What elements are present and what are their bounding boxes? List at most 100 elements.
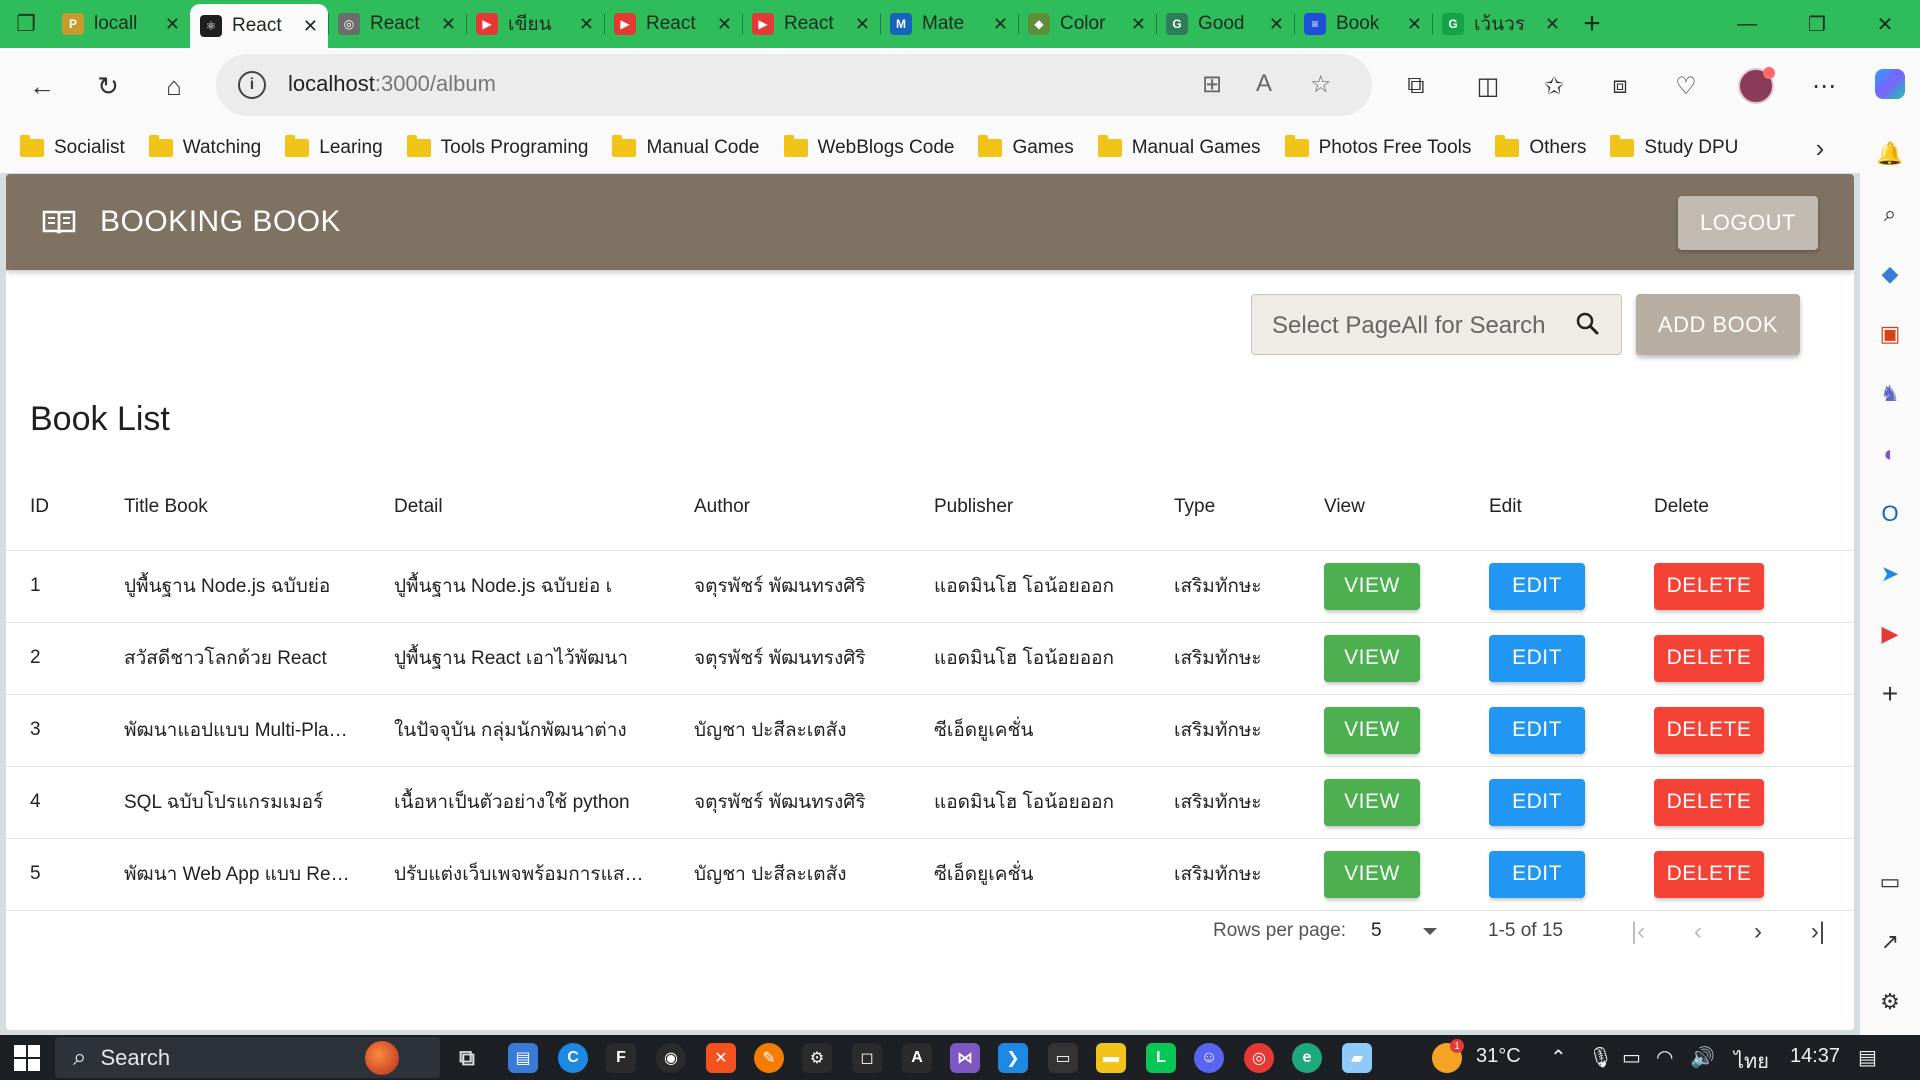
collections-icon[interactable]: ⧈ <box>1600 66 1640 106</box>
browser-tab[interactable]: ⚛ React ✕ <box>190 4 328 48</box>
new-tab-button[interactable]: + <box>1570 0 1614 48</box>
wifi-icon[interactable]: ◠ <box>1656 1045 1673 1070</box>
minimize-icon[interactable]: — <box>1712 0 1782 48</box>
col-header-detail[interactable]: Detail <box>394 464 694 551</box>
bookmark-folder[interactable]: Manual Code <box>612 135 760 159</box>
favorite-star-icon[interactable]: ☆ <box>1310 70 1332 99</box>
taskbar-app-1[interactable]: ▤ <box>508 1043 538 1073</box>
open-external-icon[interactable]: ↗ <box>1870 922 1910 962</box>
next-page-icon[interactable]: › <box>1740 914 1776 950</box>
close-window-icon[interactable]: ✕ <box>1850 0 1920 48</box>
edge-icon[interactable]: e <box>1292 1043 1322 1073</box>
last-page-icon[interactable]: ›| <box>1800 914 1836 950</box>
tab-close-icon[interactable]: ✕ <box>441 14 456 35</box>
col-header-title[interactable]: Title Book <box>124 464 394 551</box>
copilot-icon[interactable] <box>1870 64 1910 104</box>
tools-briefcase-icon[interactable]: ▣ <box>1870 314 1910 354</box>
chrome-icon[interactable]: ◎ <box>1244 1043 1274 1073</box>
visual-studio-icon[interactable]: ⋈ <box>950 1043 980 1073</box>
temperature-text[interactable]: 31°C <box>1476 1045 1521 1068</box>
rows-per-page-select[interactable]: 5 <box>1371 920 1382 942</box>
col-header-type[interactable]: Type <box>1174 464 1324 551</box>
browser-tab[interactable]: ▶ React ✕ <box>742 0 880 48</box>
bookmark-folder[interactable]: Tools Programing <box>406 135 588 159</box>
figma-icon[interactable]: F <box>606 1043 636 1073</box>
tab-close-icon[interactable]: ✕ <box>855 14 870 35</box>
input-language[interactable]: ไทย <box>1734 1045 1769 1077</box>
battery-icon[interactable]: ▭ <box>1622 1045 1641 1070</box>
send-icon[interactable]: ➤ <box>1870 554 1910 594</box>
search-highlight-icon[interactable] <box>365 1041 399 1075</box>
tab-close-icon[interactable]: ✕ <box>303 16 318 37</box>
delete-button[interactable]: DELETE <box>1654 850 1764 898</box>
shopping-tag-icon[interactable]: ◆ <box>1870 254 1910 294</box>
tab-close-icon[interactable]: ✕ <box>1407 14 1422 35</box>
edge-drop-icon[interactable]: ◐ <box>1870 434 1910 474</box>
taskbar-app-8[interactable]: ◻ <box>852 1043 882 1073</box>
browser-tab[interactable]: M Mate ✕ <box>880 0 1018 48</box>
bookmark-folder[interactable]: Others <box>1495 135 1586 159</box>
view-button[interactable]: VIEW <box>1324 634 1420 682</box>
edit-button[interactable]: EDIT <box>1489 562 1585 610</box>
app-available-icon[interactable]: ⊞ <box>1202 70 1222 99</box>
edit-button[interactable]: EDIT <box>1489 850 1585 898</box>
refresh-icon[interactable]: ↻ <box>88 66 128 106</box>
view-button[interactable]: VIEW <box>1324 850 1420 898</box>
search-field[interactable]: Select PageAll for Search <box>1251 294 1622 355</box>
restore-icon[interactable]: ❐ <box>1782 0 1852 48</box>
bookmark-folder[interactable]: Manual Games <box>1097 135 1261 159</box>
back-icon[interactable]: ← <box>22 66 62 106</box>
volume-icon[interactable]: 🔊 <box>1690 1045 1715 1070</box>
bookmark-folder[interactable]: Study DPU <box>1610 135 1738 159</box>
microphone-icon[interactable]: 🎙 <box>1588 1045 1613 1070</box>
view-button[interactable]: VIEW <box>1324 778 1420 826</box>
address-bar[interactable]: i localhost:3000/album ⊞ A ☆ <box>216 54 1372 116</box>
notification-center-icon[interactable]: ▤ <box>1858 1045 1877 1070</box>
workspaces-icon[interactable]: ❐ <box>0 0 52 48</box>
taskbar-app-6[interactable]: ✎ <box>754 1043 784 1073</box>
taskbar-app-7[interactable]: ⚙ <box>802 1043 832 1073</box>
col-header-publisher[interactable]: Publisher <box>934 464 1174 551</box>
hide-sidebar-icon[interactable]: ▭ <box>1870 862 1910 902</box>
view-button[interactable]: VIEW <box>1324 562 1420 610</box>
delete-button[interactable]: DELETE <box>1654 562 1764 610</box>
taskbar-search-box[interactable]: ⌕ Search <box>55 1037 440 1078</box>
line-icon[interactable]: L <box>1146 1043 1176 1073</box>
profile-avatar[interactable] <box>1738 67 1775 104</box>
bookmark-folder[interactable]: Socialist <box>20 135 125 159</box>
extensions-icon[interactable]: ⧉ <box>1396 66 1436 106</box>
logout-button[interactable]: LOGOUT <box>1678 196 1818 250</box>
home-icon[interactable]: ⌂ <box>154 66 194 106</box>
show-hidden-icons-icon[interactable]: ⌃ <box>1550 1045 1567 1070</box>
tab-close-icon[interactable]: ✕ <box>165 14 180 35</box>
browser-tab[interactable]: Plocall ✕ <box>52 0 190 48</box>
file-explorer-icon[interactable]: ▬ <box>1096 1043 1126 1073</box>
edit-button[interactable]: EDIT <box>1489 634 1585 682</box>
taskbar-app-notes[interactable]: ▰ <box>1342 1043 1372 1073</box>
edit-button[interactable]: EDIT <box>1489 778 1585 826</box>
delete-button[interactable]: DELETE <box>1654 778 1764 826</box>
xampp-icon[interactable]: ✕ <box>706 1043 736 1073</box>
taskbar-app-4[interactable]: ◉ <box>656 1043 686 1073</box>
browser-tab[interactable]: ◎ React ✕ <box>328 0 466 48</box>
add-book-button[interactable]: ADD BOOK <box>1636 294 1800 355</box>
view-button[interactable]: VIEW <box>1324 706 1420 754</box>
browser-tab[interactable]: ◆ Color ✕ <box>1018 0 1156 48</box>
bookmark-folder[interactable]: Watching <box>148 135 261 159</box>
col-header-id[interactable]: ID <box>6 464 124 551</box>
first-page-icon[interactable]: |‹ <box>1620 914 1656 950</box>
browser-essentials-icon[interactable]: ♡ <box>1666 66 1706 106</box>
notifications-bell-icon[interactable]: 🔔 <box>1870 134 1910 174</box>
tab-close-icon[interactable]: ✕ <box>993 14 1008 35</box>
bookmark-folder[interactable]: Photos Free Tools <box>1284 135 1471 159</box>
clock-time[interactable]: 14:37 <box>1790 1045 1840 1068</box>
tab-close-icon[interactable]: ✕ <box>717 14 732 35</box>
vscode-icon[interactable]: ❯ <box>998 1043 1028 1073</box>
split-screen-icon[interactable]: ◫ <box>1468 66 1508 106</box>
outlook-icon[interactable]: O <box>1870 494 1910 534</box>
delete-button[interactable]: DELETE <box>1654 634 1764 682</box>
terminal-icon[interactable]: ▭ <box>1048 1043 1078 1073</box>
browser-tab[interactable]: ▶ เขียน ✕ <box>466 0 604 48</box>
bookmark-folder[interactable]: WebBlogs Code <box>783 135 954 159</box>
search-icon[interactable] <box>1575 311 1599 335</box>
